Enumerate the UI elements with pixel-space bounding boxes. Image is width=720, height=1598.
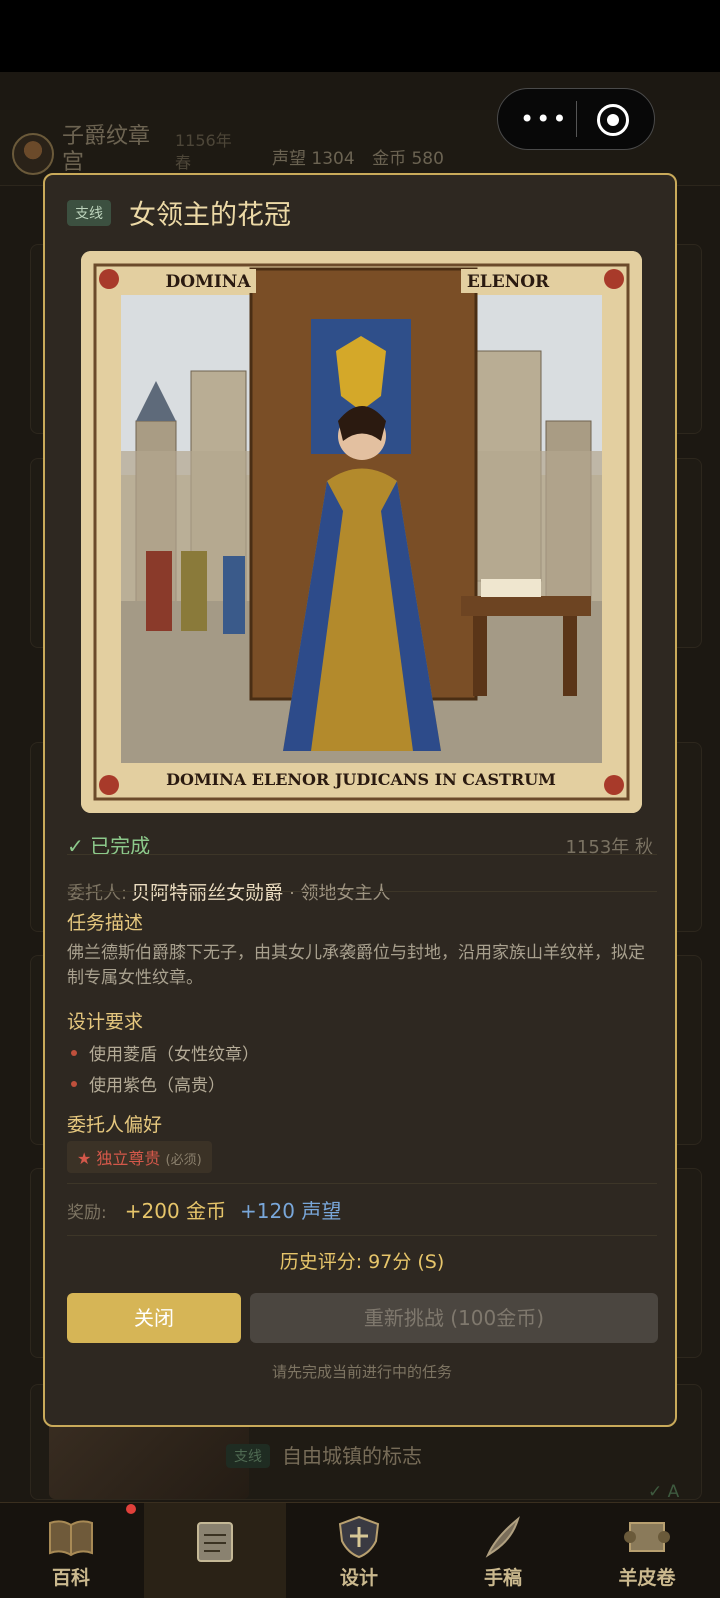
preference-required-tag: (必须) [165, 1153, 202, 1168]
nav-item-tasks[interactable] [144, 1503, 286, 1598]
completion-date: 1153年 秋 [565, 837, 653, 858]
shield-icon [338, 1515, 380, 1559]
requirement-text: 使用菱盾（女性纹章） [89, 1045, 259, 1065]
quill-icon [485, 1516, 520, 1558]
history-score: 历史评分: 97分 (S) [279, 1251, 445, 1273]
divider [67, 854, 657, 855]
more-icon[interactable]: ••• [520, 107, 568, 131]
bullet-icon [71, 1081, 77, 1087]
preference-heading: 委托人偏好 [67, 1114, 163, 1136]
reward-gold: +200 金币 [124, 1199, 227, 1223]
gold-stat: 金币 580 [372, 149, 444, 169]
close-button[interactable]: 关闭 [67, 1293, 241, 1343]
requirements-heading: 设计要求 [67, 1011, 144, 1033]
nav-label: 设计 [339, 1567, 378, 1589]
nav-item-design[interactable]: 设计 [288, 1503, 430, 1598]
bottom-nav: 百科 设计 手稿 羊皮卷 [0, 1502, 720, 1598]
retry-hint: 请先完成当前进行中的任务 [271, 1363, 452, 1381]
nav-item-encyclopedia[interactable]: 百科 [0, 1503, 142, 1598]
description-heading: 任务描述 [67, 912, 144, 934]
requirement-item: 使用菱盾（女性纹章） [67, 1040, 259, 1065]
quest-illustration: DOMINA ELENOR DOMINA ELENOR JUDICANS IN … [81, 251, 642, 813]
header-stats: 声望 1304 金币 580 [272, 144, 456, 169]
bullet-icon [71, 1050, 77, 1056]
reward-label: 奖励: [67, 1203, 107, 1223]
quest-type-tag: 支线 [67, 200, 111, 226]
reward-reputation: +120 声望 [240, 1199, 342, 1223]
divider [67, 891, 657, 892]
close-miniprogram-icon[interactable] [597, 104, 629, 136]
notification-dot [126, 1504, 136, 1514]
quest-description: 佛兰德斯伯爵膝下无子，由其女儿承袭爵位与封地，沿用家族山羊纹样，拟定制专属女性纹… [67, 943, 645, 988]
divider [67, 1235, 657, 1236]
list-item-title: 自由城镇的标志 [282, 1444, 422, 1468]
nav-item-parchment[interactable]: 羊皮卷 [576, 1503, 718, 1598]
preference-label: ★ 独立尊贵 [77, 1149, 161, 1168]
client-name: 贝阿特丽丝女勋爵 [131, 882, 284, 904]
scroll-icon [624, 1522, 670, 1552]
requirement-item: 使用紫色（高贵） [67, 1071, 225, 1096]
nav-label: 手稿 [483, 1567, 522, 1589]
current-date: 1156年 春 [175, 131, 232, 172]
nav-label: 羊皮卷 [618, 1567, 676, 1589]
quest-title: 女领主的花冠 [129, 200, 291, 231]
reputation-stat: 声望 1304 [272, 149, 355, 169]
list-item-tag: 支线 [226, 1444, 270, 1468]
list-item-grade: ✓ A [648, 1482, 680, 1502]
book-icon [49, 1520, 93, 1557]
requirement-text: 使用紫色（高贵） [89, 1076, 225, 1096]
miniprogram-capsule: ••• [497, 88, 655, 150]
nav-label: 百科 [51, 1567, 90, 1589]
illustration-banner-left: DOMINA [165, 272, 251, 292]
divider [67, 1183, 657, 1184]
illustration-banner-right: ELENOR [467, 272, 550, 292]
illustration-caption: DOMINA ELENOR JUDICANS IN CASTRUM [166, 770, 556, 789]
client-role: · 领地女主人 [289, 883, 391, 904]
studio-title: 子爵纹章宫 [62, 124, 151, 175]
quest-detail-modal: 支线 女领主的花冠 DOMINA ELENOR DOMINA ELENOR JU… [43, 173, 677, 1427]
capsule-divider [576, 101, 577, 137]
reward-row: 奖励: +200 金币 +120 声望 [67, 1195, 341, 1224]
avatar[interactable] [12, 133, 54, 175]
preference-badge: ★ 独立尊贵 (必须) [67, 1141, 212, 1173]
illustration-svg: DOMINA ELENOR DOMINA ELENOR JUDICANS IN … [81, 251, 642, 813]
clipboard-icon [197, 1522, 233, 1562]
client-label: 委托人: [67, 883, 128, 904]
nav-item-manuscript[interactable]: 手稿 [432, 1503, 574, 1598]
retry-button[interactable]: 重新挑战 (100金币) [250, 1293, 658, 1343]
